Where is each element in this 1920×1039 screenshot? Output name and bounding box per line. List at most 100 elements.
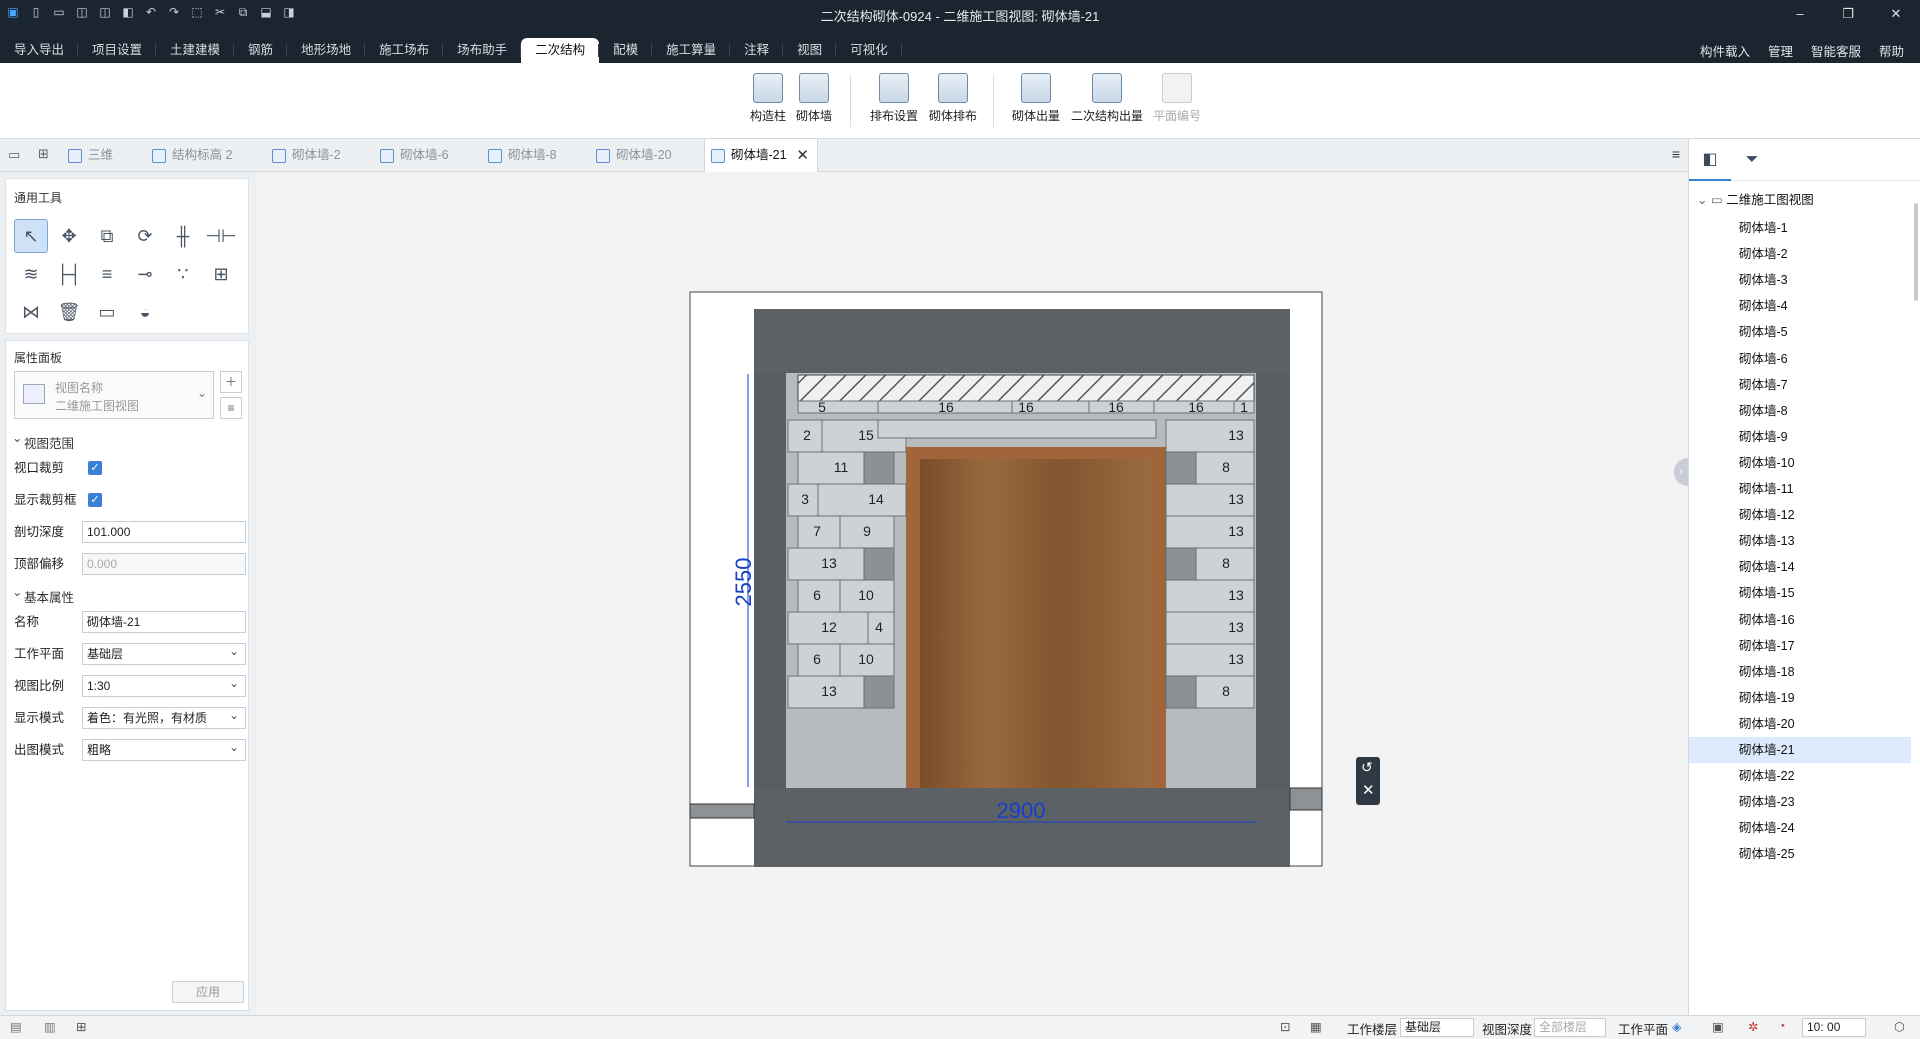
align-tool-icon[interactable]: ├┤ xyxy=(52,257,86,291)
extend-tool-icon[interactable]: ≡ xyxy=(90,257,124,291)
tree-item[interactable]: 砌体墙-23 xyxy=(1689,789,1911,815)
tree-item[interactable]: 砌体墙-21 xyxy=(1689,737,1911,763)
menu-tab[interactable]: 地形场地 xyxy=(287,38,366,63)
break-tool-icon[interactable]: ⊸ xyxy=(128,257,162,291)
tree-item[interactable]: 砌体墙-6 xyxy=(1689,346,1911,372)
tree-item[interactable]: 砌体墙-20 xyxy=(1689,711,1911,737)
menu-tab[interactable]: 注释 xyxy=(730,38,784,63)
doc-tab[interactable]: 砌体墙-8 xyxy=(482,139,588,172)
view-list-button[interactable]: ≡ xyxy=(220,397,242,419)
measure-tool-icon[interactable]: ▭ xyxy=(90,295,124,329)
group-view-range[interactable]: 视图范围 xyxy=(12,430,74,452)
ribbon-btn-gzz[interactable]: 构造柱 xyxy=(748,73,788,124)
menu-tab[interactable]: 场布助手 xyxy=(443,38,522,63)
view-depth-select[interactable]: 全部楼层 xyxy=(1534,1018,1606,1037)
display-mode-select[interactable]: 着色：有光照，有材质 xyxy=(82,705,246,729)
apply-button[interactable]: 应用 xyxy=(172,981,244,1003)
doc-tab[interactable]: 砌体墙-6 xyxy=(374,139,480,172)
menu-tab[interactable]: 土建建模 xyxy=(156,38,235,63)
array-tool-icon[interactable]: ∵ xyxy=(166,257,200,291)
menu-tab[interactable]: 施工算量 xyxy=(652,38,731,63)
output-mode-select[interactable]: 粗略 xyxy=(82,737,246,761)
work-plane-icon[interactable]: ◈ xyxy=(1672,1019,1682,1034)
menu-service-link[interactable]: 智能客服 xyxy=(1811,41,1861,60)
drawing-canvas[interactable]: 5 16 16 16 16 1 2 15 11 3 14 7 9 13 6 10 12 4 6 10 13 13 8 13 13… xyxy=(256,172,1688,1015)
tree-item[interactable]: 砌体墙-24 xyxy=(1689,815,1911,841)
menu-tab[interactable]: 钢筋 xyxy=(234,38,288,63)
restore-button[interactable]: ❐ xyxy=(1824,0,1872,28)
settings-icon[interactable]: ▣ xyxy=(1712,1019,1724,1034)
tree-item[interactable]: 砌体墙-1 xyxy=(1689,215,1911,241)
tree-item[interactable]: 砌体墙-22 xyxy=(1689,763,1911,789)
tree-item[interactable]: 砌体墙-2 xyxy=(1689,241,1911,267)
work-floor-select[interactable]: 基础层 xyxy=(1400,1018,1474,1037)
ribbon-btn-secondary-output[interactable]: 二次结构出量 xyxy=(1068,73,1146,124)
tree-item[interactable]: 砌体墙-13 xyxy=(1689,528,1911,554)
tree-item[interactable]: 砌体墙-15 xyxy=(1689,580,1911,606)
tree-item[interactable]: 砌体墙-4 xyxy=(1689,293,1911,319)
close-tab-icon[interactable]: ✕ xyxy=(796,139,809,172)
cut-depth-input[interactable]: 101.000 xyxy=(82,521,246,543)
doc-tab[interactable]: 结构标高 2 xyxy=(146,139,264,172)
doc-tab[interactable]: 砌体墙-20 xyxy=(590,139,702,172)
tree-item[interactable]: 砌体墙-8 xyxy=(1689,398,1911,424)
tree-item[interactable]: 砌体墙-5 xyxy=(1689,319,1911,345)
layout-icon[interactable]: ▤ xyxy=(10,1019,22,1034)
layout3-icon[interactable]: ⊞ xyxy=(76,1019,86,1034)
tree-item[interactable]: 砌体墙-10 xyxy=(1689,450,1911,476)
ribbon-btn-masonry-output[interactable]: 砌体出量 xyxy=(1008,73,1064,124)
menu-tab[interactable]: 项目设置 xyxy=(78,38,157,63)
doc-tab-active[interactable]: 砌体墙-21 ✕ xyxy=(704,139,818,172)
offset-tool-icon[interactable]: ≋ xyxy=(14,257,48,291)
menu-tab[interactable]: 视图 xyxy=(783,38,837,63)
time-select[interactable]: 10: 00 xyxy=(1802,1018,1866,1037)
ribbon-btn-qtq[interactable]: 砌体墙 xyxy=(794,73,834,124)
menu-tab[interactable]: 二次结构 xyxy=(521,38,600,63)
tree-item[interactable]: 砌体墙-12 xyxy=(1689,502,1911,528)
select-tool-icon[interactable]: ↖ xyxy=(14,219,48,253)
tree-item[interactable]: 砌体墙-19 xyxy=(1689,685,1911,711)
ribbon-btn-masonry-layout[interactable]: 砌体排布 xyxy=(926,73,980,124)
menu-tab[interactable]: 施工场布 xyxy=(365,38,444,63)
group-tool-icon[interactable]: ⊞ xyxy=(204,257,238,291)
view-type-selector[interactable]: 视图名称 二维施工图视图 ⌄ xyxy=(14,371,214,419)
viewport-crop-checkbox[interactable]: ✓ xyxy=(88,461,102,475)
calc-icon[interactable]: ▦ xyxy=(1310,1019,1322,1034)
tree-item[interactable]: 砌体墙-17 xyxy=(1689,633,1911,659)
ribbon-btn-plan-numbering[interactable]: 平面编号 xyxy=(1150,73,1204,124)
doc-tab[interactable]: 三维 xyxy=(62,139,144,172)
delete-tool-icon[interactable]: 🗑 xyxy=(52,295,86,329)
ribbon-btn-layout-settings[interactable]: 排布设置 xyxy=(866,73,922,124)
tile-view-icon[interactable]: ⊞ xyxy=(38,146,49,162)
menu-manage-link[interactable]: 管理 xyxy=(1768,41,1793,60)
menu-tab[interactable]: 导入导出 xyxy=(0,38,79,63)
tree-scrollbar[interactable] xyxy=(1914,203,1918,301)
add-view-button[interactable]: ＋ xyxy=(220,371,242,393)
minimize-button[interactable]: – xyxy=(1776,0,1824,28)
tree-item[interactable]: 砌体墙-11 xyxy=(1689,476,1911,502)
move-tool-icon[interactable]: ✥ xyxy=(52,219,86,253)
workplane-select[interactable]: 基础层 xyxy=(82,641,246,665)
tree-item[interactable]: 砌体墙-18 xyxy=(1689,659,1911,685)
show-crop-checkbox[interactable]: ✓ xyxy=(88,493,102,507)
close-window-button[interactable]: ✕ xyxy=(1872,0,1920,28)
trim-tool-icon[interactable]: ╫ xyxy=(166,219,200,253)
tree-item[interactable]: 砌体墙-25 xyxy=(1689,841,1911,867)
tab-menu-icon[interactable]: ≡ xyxy=(1672,146,1680,162)
zoom-fit-icon[interactable]: ⊡ xyxy=(1280,1019,1290,1034)
rotate-tool-icon[interactable]: ⟳ xyxy=(128,219,162,253)
name-input[interactable]: 砌体墙-21 xyxy=(82,611,246,633)
scale-select[interactable]: 1:30 xyxy=(82,673,246,697)
split-tool-icon[interactable]: ⊣⊢ xyxy=(204,219,238,253)
snap-icon[interactable]: ✲ xyxy=(1748,1019,1758,1034)
tab-list-icon[interactable]: ▭ xyxy=(8,147,20,163)
project-browser-icon[interactable]: ◧ xyxy=(1689,139,1731,181)
tree-item[interactable]: 砌体墙-14 xyxy=(1689,554,1911,580)
tree-item[interactable]: 砌体墙-16 xyxy=(1689,607,1911,633)
menu-tab[interactable]: 可视化 xyxy=(836,38,902,63)
tree-item[interactable]: 砌体墙-9 xyxy=(1689,424,1911,450)
layout2-icon[interactable]: ▥ xyxy=(44,1019,56,1034)
doc-tab[interactable]: 砌体墙-2 xyxy=(266,139,372,172)
copy-tool-icon[interactable]: ⧉ xyxy=(90,219,124,253)
cube-icon[interactable]: ⬡ xyxy=(1894,1019,1905,1034)
